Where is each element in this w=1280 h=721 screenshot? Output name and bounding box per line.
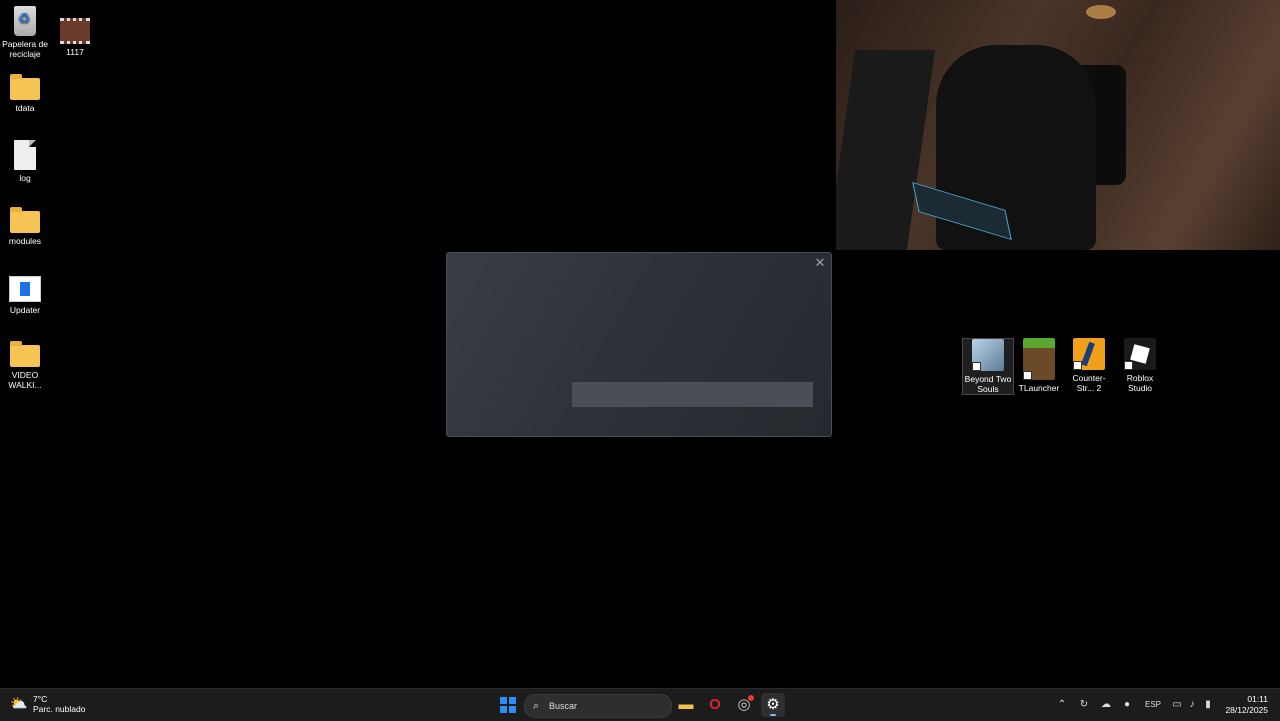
video-file-icon xyxy=(60,18,90,44)
network-icon[interactable]: ▭ xyxy=(1170,693,1184,717)
desktop-icon-label: log xyxy=(19,173,31,183)
shortcut-roblox-studio[interactable]: Roblox Studio xyxy=(1115,338,1165,393)
shortcut-arrow-icon xyxy=(972,362,981,371)
desktop-icon-recycle-bin[interactable]: Papelera de reciclaje xyxy=(0,6,52,59)
tlauncher-icon xyxy=(1023,338,1055,380)
shortcut-arrow-icon xyxy=(1073,361,1082,370)
sync-icon[interactable]: ↻ xyxy=(1076,693,1092,717)
shortcut-arrow-icon xyxy=(1023,371,1032,380)
clock-date: 28/12/2025 xyxy=(1225,705,1268,715)
desktop-icon-label: tdata xyxy=(15,103,35,113)
webcam-overlay xyxy=(836,0,1280,250)
recycle-bin-icon xyxy=(14,6,36,36)
desktop-icon-label: Updater xyxy=(9,305,41,315)
desktop-icon-tdata[interactable]: tdata xyxy=(0,72,52,113)
desktop-icon-video-walki[interactable]: VIDEO WALKI... xyxy=(0,339,52,390)
weather-temp: 7°C xyxy=(33,694,48,704)
app-icon xyxy=(9,276,41,302)
show-hidden-icons-chevron-icon[interactable]: ⌃ xyxy=(1056,693,1068,717)
partly-cloudy-icon: ⛅ xyxy=(10,695,28,711)
beyond-two-souls-icon xyxy=(972,339,1004,371)
app-icon[interactable]: ◎ xyxy=(732,693,756,717)
battery-icon[interactable]: ▮ xyxy=(1201,693,1215,717)
folder-icon xyxy=(10,207,40,233)
counter-strike-icon xyxy=(1073,338,1105,370)
shortcut-label: Counter-Str... 2 xyxy=(1072,373,1106,393)
weather-text: 7°C Parc. nublado xyxy=(33,694,85,714)
microphone-icon[interactable]: ● xyxy=(1120,693,1134,717)
shortcut-tlauncher[interactable]: TLauncher xyxy=(1014,338,1064,393)
volume-icon[interactable]: ♪ xyxy=(1185,693,1199,717)
close-icon[interactable]: ✕ xyxy=(813,256,827,270)
webcam-monitor xyxy=(836,50,936,250)
opera-browser-icon[interactable]: O xyxy=(703,693,727,717)
desktop-icon-log[interactable]: log xyxy=(0,140,52,183)
shortcut-arrow-icon xyxy=(1124,361,1133,370)
clock[interactable]: 01:11 28/12/2025 xyxy=(1225,694,1268,716)
weather-condition: Parc. nublado xyxy=(33,704,86,714)
desktop-icon-label: VIDEO WALKI... xyxy=(8,370,42,390)
shortcut-label: Beyond Two Souls xyxy=(964,374,1012,394)
taskbar: ⛅ 7°C Parc. nublado ⌕ Buscar ▬ O ◎ ⚙ ⌃ ↻… xyxy=(0,688,1280,721)
onedrive-icon[interactable]: ☁ xyxy=(1098,693,1114,717)
shortcut-beyond-two-souls[interactable]: Beyond Two Souls xyxy=(962,338,1014,395)
notification-badge xyxy=(748,695,754,701)
loading-dialog: ✕ xyxy=(446,252,832,437)
desktop-icon-label: 1117 xyxy=(66,47,84,57)
search-box[interactable]: ⌕ Buscar xyxy=(524,694,672,718)
shortcut-label: TLauncher xyxy=(1018,383,1060,393)
start-button[interactable] xyxy=(496,693,520,717)
shortcut-label: Roblox Studio xyxy=(1126,373,1154,393)
language-indicator[interactable]: ESP xyxy=(1142,693,1164,717)
desktop-icon-modules[interactable]: modules xyxy=(0,205,52,246)
search-icon: ⌕ xyxy=(533,700,540,712)
shortcut-counter-strike[interactable]: Counter-Str... 2 xyxy=(1064,338,1114,393)
roblox-studio-icon xyxy=(1124,338,1156,370)
folder-icon xyxy=(10,341,40,367)
dialog-progress-field xyxy=(572,382,813,407)
desktop-icon-updater[interactable]: Updater xyxy=(0,272,52,315)
search-placeholder: Buscar xyxy=(549,701,578,711)
file-explorer-icon[interactable]: ▬ xyxy=(674,693,698,717)
folder-icon xyxy=(10,74,40,100)
desktop-icon-label: Papelera de reciclaje xyxy=(2,39,48,59)
webcam-lamp xyxy=(1086,5,1116,19)
desktop-icon-label: modules xyxy=(8,236,42,246)
steam-icon[interactable]: ⚙ xyxy=(761,693,785,717)
text-file-icon xyxy=(14,140,36,170)
clock-time: 01:11 xyxy=(1247,694,1268,704)
desktop-icon-1117[interactable]: 1117 xyxy=(48,12,102,57)
